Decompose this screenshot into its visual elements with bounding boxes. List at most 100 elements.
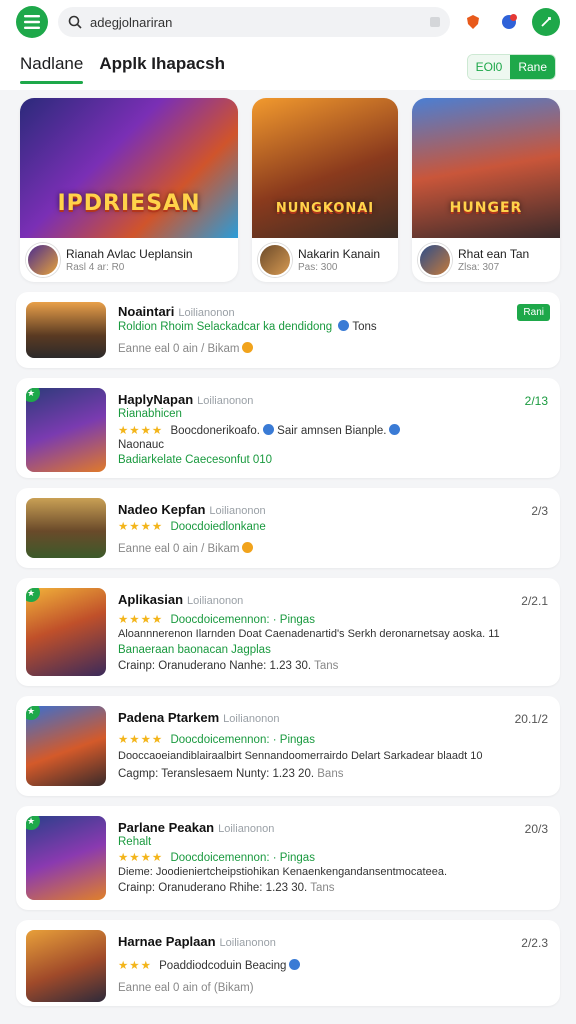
avatar <box>418 243 452 277</box>
app-category: Rehalt <box>118 836 152 848</box>
app-meta: Eanne eal 0 ain of (Bikam) <box>118 982 254 994</box>
rank-icon: ★ <box>26 388 40 402</box>
featured-name: Nakarin Kanain <box>298 247 381 262</box>
list-item[interactable]: ★ HaplyNapan Loilianonon 2/13 Rianabhicen… <box>16 378 560 478</box>
search-input[interactable] <box>90 14 422 30</box>
notification-icon[interactable] <box>496 9 522 35</box>
star-rating: ★★★ <box>118 960 152 972</box>
clear-icon[interactable] <box>430 17 440 27</box>
app-rating: ★★★★ Doocdoicemennon: · Pingas <box>118 614 315 626</box>
shield-icon[interactable] <box>460 9 486 35</box>
featured-card[interactable]: NUNGKONAI Nakarin Kanain Pas: 300 <box>252 98 398 282</box>
menu-button[interactable] <box>16 6 48 38</box>
app-tag: Loilianonon <box>197 395 254 407</box>
rank-icon: ★ <box>26 588 40 602</box>
app-tag: Loilianonon <box>218 823 275 835</box>
app-meta: Badiarkelate Caecesonfut 010 <box>118 454 273 466</box>
hamburger-icon <box>24 15 40 29</box>
featured-sub: Pas: 300 <box>298 261 338 273</box>
star-rating: ★★★★ <box>118 425 164 437</box>
star-rating: ★★★★ <box>118 852 164 864</box>
list-item[interactable]: Harnae Paplaan Loilianonon 2/2.3 ★★★ Poad… <box>16 920 560 1006</box>
app-title: Aplikasian Loilianonon <box>118 592 244 607</box>
app-description: Roldion Rhoim Selackadcar ka dendidong T… <box>118 320 377 333</box>
info-icon <box>262 424 274 435</box>
featured-carousel: IPDRIESAN Rianah Avlac Ueplansin Rasl 4 … <box>20 98 560 282</box>
featured-name: Rhat ean Tan <box>458 247 530 262</box>
app-description: Dieme: Joodieniertcheipstiohikan Kenaenk… <box>118 866 448 878</box>
app-thumbnail: ★ <box>26 388 106 472</box>
info-icon <box>338 320 350 331</box>
toggle-off[interactable]: ЕOl0 <box>467 55 511 79</box>
app-title: Padena Ptarkem Loilianonon <box>118 710 280 725</box>
app-meta: Cagmp: Teranslesaem Nunty: 1.23 20. Bans <box>118 768 344 780</box>
app-meta: Naonauc <box>118 439 165 451</box>
featured-sub: Zlsa: 307 <box>458 261 500 273</box>
rank-value: 2/13 <box>524 394 548 408</box>
view-toggle[interactable]: ЕOl0 Rane <box>466 54 556 80</box>
app-category: Rianabhicen <box>118 408 182 420</box>
list-item[interactable]: ★ Aplikasian Loilianonon 2/2.1 ★★★★ Doocd… <box>16 578 560 686</box>
list-item[interactable]: Noaintari Loilianonon Roldion Rhoim Selac… <box>16 292 560 368</box>
coin-icon <box>242 542 254 553</box>
app-title: Parlane Peakan Loilianonon <box>118 820 275 835</box>
info-icon <box>389 424 401 435</box>
install-badge[interactable]: Rani <box>517 304 550 321</box>
featured-sub: Rasl 4 ar: R0 <box>66 261 125 273</box>
app-rating: ★★★★ Doocdoicemennon: · Pingas <box>118 852 315 864</box>
app-thumbnail <box>26 498 106 558</box>
rank-value: 20.1/2 <box>514 712 548 726</box>
profile-icon[interactable] <box>532 8 560 36</box>
info-icon <box>289 959 301 970</box>
app-meta: Crainp: Oranuderano Rhihe: 1.23 30. Tans <box>118 882 335 894</box>
rank-icon: ★ <box>26 706 40 720</box>
search-bar[interactable] <box>58 7 450 37</box>
app-description: Aloannnerenon Ilarnden Doat Caenadenarti… <box>118 628 500 640</box>
rank-value: 20/3 <box>524 822 548 836</box>
app-description: ★★★★ Boocdonerikoafo. Sair amnsen Bianpl… <box>118 423 401 437</box>
rank-value: 2/3 <box>531 504 548 518</box>
app-thumbnail: ★ <box>26 816 106 900</box>
featured-art: IPDRIESAN <box>20 98 238 238</box>
rank-value: 2/2.3 <box>521 936 548 950</box>
tab-nadlane[interactable]: Nadlane <box>20 54 84 84</box>
app-title: Noaintari Loilianonon <box>118 304 235 319</box>
list-item[interactable]: Nadeo Kepfan Loilianonon 2/3 ★★★★ Doocdoi… <box>16 488 560 568</box>
app-tag: Loilianonon <box>187 595 244 607</box>
avatar <box>26 243 60 277</box>
app-tag: Loilianonon <box>223 713 280 725</box>
app-thumbnail <box>26 930 106 1002</box>
avatar <box>258 243 292 277</box>
top-bar <box>0 0 576 44</box>
rank-icon: ★ <box>26 816 40 830</box>
featured-card[interactable]: HUNGER Rhat ean Tan Zlsa: 307 <box>412 98 560 282</box>
app-description: ★★★ Poaddiodcoduin Beacing <box>118 958 301 972</box>
list-item[interactable]: ★ Padena Ptarkem Loilianonon 20.1/2 ★★★★ … <box>16 696 560 796</box>
featured-art: HUNGER <box>412 98 560 238</box>
list-item[interactable]: ★ Parlane Peakan Loilianonon 20/3 Rehalt … <box>16 806 560 910</box>
app-thumbnail: ★ <box>26 588 106 676</box>
app-rating: ★★★★ Doocdoicemennon: · Pingas <box>118 734 315 746</box>
search-icon <box>68 15 82 29</box>
star-rating: ★★★★ <box>118 614 164 626</box>
app-title: Harnae Paplaan Loilianonon <box>118 934 276 949</box>
app-tag: Loilianonon <box>178 307 235 319</box>
tab-bar: Nadlane Applk Ihapacsh ЕOl0 Rane <box>0 44 576 90</box>
app-meta: Eanne eal 0 ain / Bikam <box>118 342 254 355</box>
featured-logo: IPDRIESAN <box>57 191 201 216</box>
app-tag: Loilianonon <box>219 937 276 949</box>
tab-applk[interactable]: Applk Ihapacsh <box>99 54 225 80</box>
app-description: Dooccaoeiandiblairaalbirt Sennandoomerra… <box>118 750 483 762</box>
featured-art: NUNGKONAI <box>252 98 398 238</box>
app-title: HaplyNapan Loilianonon <box>118 392 254 407</box>
app-meta: Banaeraan baonacan Jagplas <box>118 644 271 656</box>
app-thumbnail <box>26 302 106 358</box>
rank-value: 2/2.1 <box>521 594 548 608</box>
app-title: Nadeo Kepfan Loilianonon <box>118 502 266 517</box>
app-meta: Eanne eal 0 ain / Bikam <box>118 542 254 555</box>
toggle-on[interactable]: Rane <box>510 55 555 79</box>
app-description: ★★★★ Doocdoiedlonkane <box>118 521 266 533</box>
featured-name: Rianah Avlac Ueplansin <box>66 247 193 262</box>
featured-logo: HUNGER <box>449 200 523 216</box>
featured-card[interactable]: IPDRIESAN Rianah Avlac Ueplansin Rasl 4 … <box>20 98 238 282</box>
